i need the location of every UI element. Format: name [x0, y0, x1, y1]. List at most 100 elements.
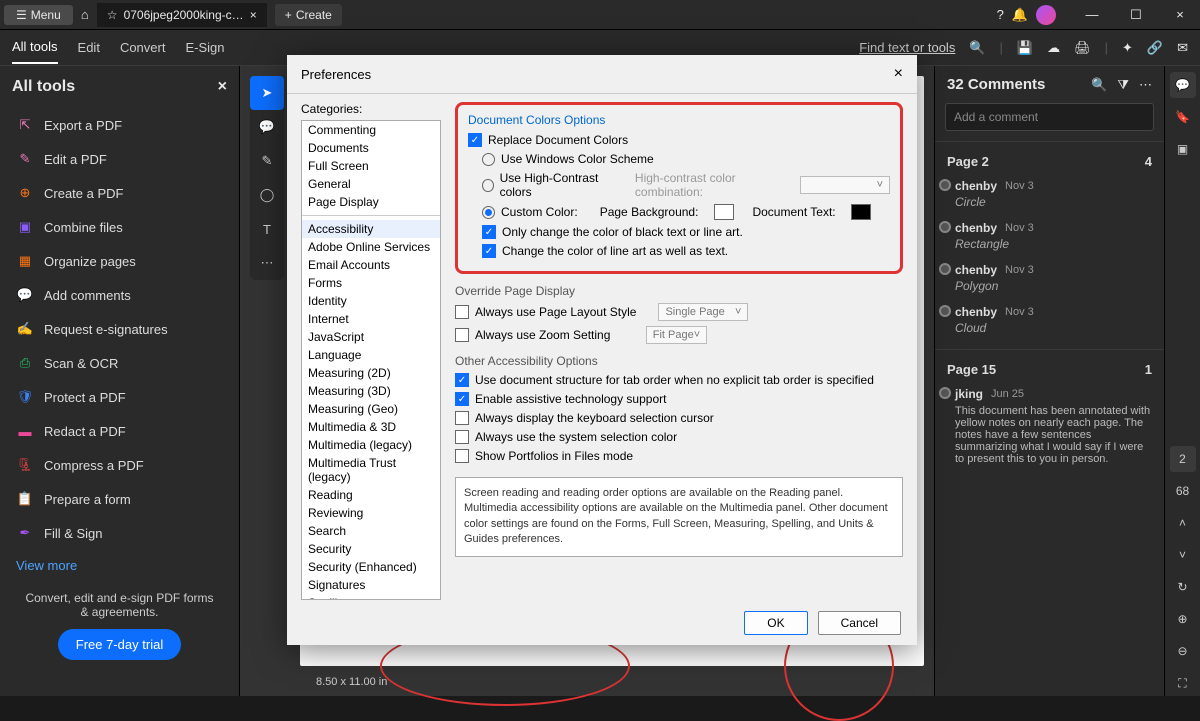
page-bg-swatch[interactable]: [714, 204, 734, 220]
cursor-checkbox[interactable]: [455, 411, 469, 425]
search-comments-icon[interactable]: 🔍: [1091, 77, 1107, 93]
home-icon[interactable]: ⌂: [73, 3, 97, 27]
page-badge[interactable]: 2: [1170, 446, 1196, 472]
minimize-button[interactable]: —: [1076, 3, 1108, 27]
category-item[interactable]: Documents: [302, 139, 440, 157]
search-icon[interactable]: 🔍: [969, 40, 985, 56]
category-item[interactable]: General: [302, 175, 440, 193]
more-tool[interactable]: ⋯: [250, 246, 284, 280]
category-item[interactable]: Email Accounts: [302, 256, 440, 274]
category-item[interactable]: Forms: [302, 274, 440, 292]
nav-down-icon[interactable]: ˅: [1170, 542, 1196, 568]
syscolor-checkbox[interactable]: [455, 430, 469, 444]
comment-item[interactable]: chenbyNov 3Cloud: [947, 299, 1152, 341]
tool-fill-sign[interactable]: ✒Fill & Sign: [12, 516, 227, 550]
tool-add-comments[interactable]: 💬Add comments: [12, 278, 227, 312]
lineart-checkbox[interactable]: ✓: [482, 244, 496, 258]
close-sidebar-icon[interactable]: ×: [218, 78, 227, 96]
category-item[interactable]: Language: [302, 346, 440, 364]
category-item[interactable]: Page Display: [302, 193, 440, 211]
tool-create-a-pdf[interactable]: ⊕Create a PDF: [12, 176, 227, 210]
tool-edit-a-pdf[interactable]: ✎Edit a PDF: [12, 142, 227, 176]
category-item[interactable]: Accessibility: [302, 220, 440, 238]
close-tab-icon[interactable]: ×: [250, 8, 257, 22]
filter-icon[interactable]: ⧩: [1117, 77, 1129, 93]
refresh-icon[interactable]: ↻: [1170, 574, 1196, 600]
tab-convert[interactable]: Convert: [120, 32, 166, 63]
tool-redact-a-pdf[interactable]: ▬Redact a PDF: [12, 414, 227, 448]
category-item[interactable]: Signatures: [302, 576, 440, 594]
tab-edit[interactable]: Edit: [78, 32, 100, 63]
comment-item[interactable]: chenbyNov 3Rectangle: [947, 215, 1152, 257]
tab-all-tools[interactable]: All tools: [12, 31, 58, 64]
category-item[interactable]: Security (Enhanced): [302, 558, 440, 576]
category-item[interactable]: Adobe Online Services: [302, 238, 440, 256]
category-item[interactable]: JavaScript: [302, 328, 440, 346]
tool-export-a-pdf[interactable]: ⇱Export a PDF: [12, 108, 227, 142]
view-more-link[interactable]: View more: [16, 558, 223, 573]
maximize-button[interactable]: ☐: [1120, 3, 1152, 27]
tool-request-e-signatures[interactable]: ✍Request e-signatures: [12, 312, 227, 346]
highlight-tool[interactable]: ✎: [250, 144, 284, 178]
add-comment-input[interactable]: Add a comment: [945, 103, 1154, 131]
category-item[interactable]: Identity: [302, 292, 440, 310]
shape-tool[interactable]: ◯: [250, 178, 284, 212]
zoom-checkbox[interactable]: [455, 328, 469, 342]
tool-scan-ocr[interactable]: ⎙Scan & OCR: [12, 346, 227, 380]
comment-item[interactable]: jkingJun 25This document has been annota…: [947, 381, 1152, 471]
category-item[interactable]: Reviewing: [302, 504, 440, 522]
category-item[interactable]: Search: [302, 522, 440, 540]
zoom-in-icon[interactable]: ⊕: [1170, 606, 1196, 632]
category-item[interactable]: Multimedia & 3D: [302, 418, 440, 436]
bookmarks-icon[interactable]: 🔖: [1170, 104, 1196, 130]
tool-prepare-a-form[interactable]: 📋Prepare a form: [12, 482, 227, 516]
trial-button[interactable]: Free 7-day trial: [58, 629, 181, 660]
close-button[interactable]: ×: [1164, 3, 1196, 27]
windows-color-radio[interactable]: [482, 153, 495, 166]
doc-text-swatch[interactable]: [851, 204, 871, 220]
ai-icon[interactable]: ✦: [1122, 40, 1133, 56]
category-item[interactable]: Measuring (2D): [302, 364, 440, 382]
menu-button[interactable]: ☰ Menu: [4, 5, 73, 25]
replace-colors-checkbox[interactable]: ✓: [468, 133, 482, 147]
zoom-out-icon[interactable]: ⊖: [1170, 638, 1196, 664]
mail-icon[interactable]: ✉: [1177, 40, 1188, 56]
cloud-icon[interactable]: ☁: [1047, 40, 1060, 56]
tool-compress-a-pdf[interactable]: 🗜Compress a PDF: [12, 448, 227, 482]
category-item[interactable]: Measuring (3D): [302, 382, 440, 400]
dialog-close-icon[interactable]: ×: [894, 65, 903, 83]
categories-list[interactable]: CommentingDocumentsFull ScreenGeneralPag…: [301, 120, 441, 600]
comment-item[interactable]: chenbyNov 3Polygon: [947, 257, 1152, 299]
pointer-tool[interactable]: ➤: [250, 76, 284, 110]
search-label[interactable]: Find text or tools: [859, 40, 955, 55]
bell-icon[interactable]: 🔔: [1012, 7, 1028, 23]
only-black-checkbox[interactable]: ✓: [482, 225, 496, 239]
category-item[interactable]: Measuring (Geo): [302, 400, 440, 418]
text-tool[interactable]: T: [250, 212, 284, 246]
category-item[interactable]: Reading: [302, 486, 440, 504]
document-tab[interactable]: ☆ 0706jpeg2000king-com... ×: [97, 3, 267, 27]
nav-up-icon[interactable]: ˄: [1170, 510, 1196, 536]
tool-organize-pages[interactable]: ▦Organize pages: [12, 244, 227, 278]
save-icon[interactable]: 💾: [1017, 40, 1033, 56]
page-layout-checkbox[interactable]: [455, 305, 469, 319]
page-label[interactable]: Page 15: [947, 362, 996, 377]
portfolio-checkbox[interactable]: [455, 449, 469, 463]
fit-icon[interactable]: ⛶: [1170, 670, 1196, 696]
category-item[interactable]: Spelling: [302, 594, 440, 600]
help-icon[interactable]: ?: [997, 7, 1004, 22]
comment-item[interactable]: chenbyNov 3Circle: [947, 173, 1152, 215]
assistive-checkbox[interactable]: ✓: [455, 392, 469, 406]
category-item[interactable]: Security: [302, 540, 440, 558]
comments-pane-icon[interactable]: 💬: [1170, 72, 1196, 98]
custom-color-radio[interactable]: [482, 206, 495, 219]
avatar[interactable]: [1036, 5, 1056, 25]
high-contrast-radio[interactable]: [482, 179, 494, 192]
tab-order-checkbox[interactable]: ✓: [455, 373, 469, 387]
category-item[interactable]: Multimedia Trust (legacy): [302, 454, 440, 486]
create-button[interactable]: + Create: [275, 4, 342, 26]
tab-esign[interactable]: E-Sign: [185, 32, 224, 63]
tool-protect-a-pdf[interactable]: 🛡Protect a PDF: [12, 380, 227, 414]
comment-tool[interactable]: 💬: [250, 110, 284, 144]
zoom-combo[interactable]: Fit Page˅: [646, 326, 707, 344]
